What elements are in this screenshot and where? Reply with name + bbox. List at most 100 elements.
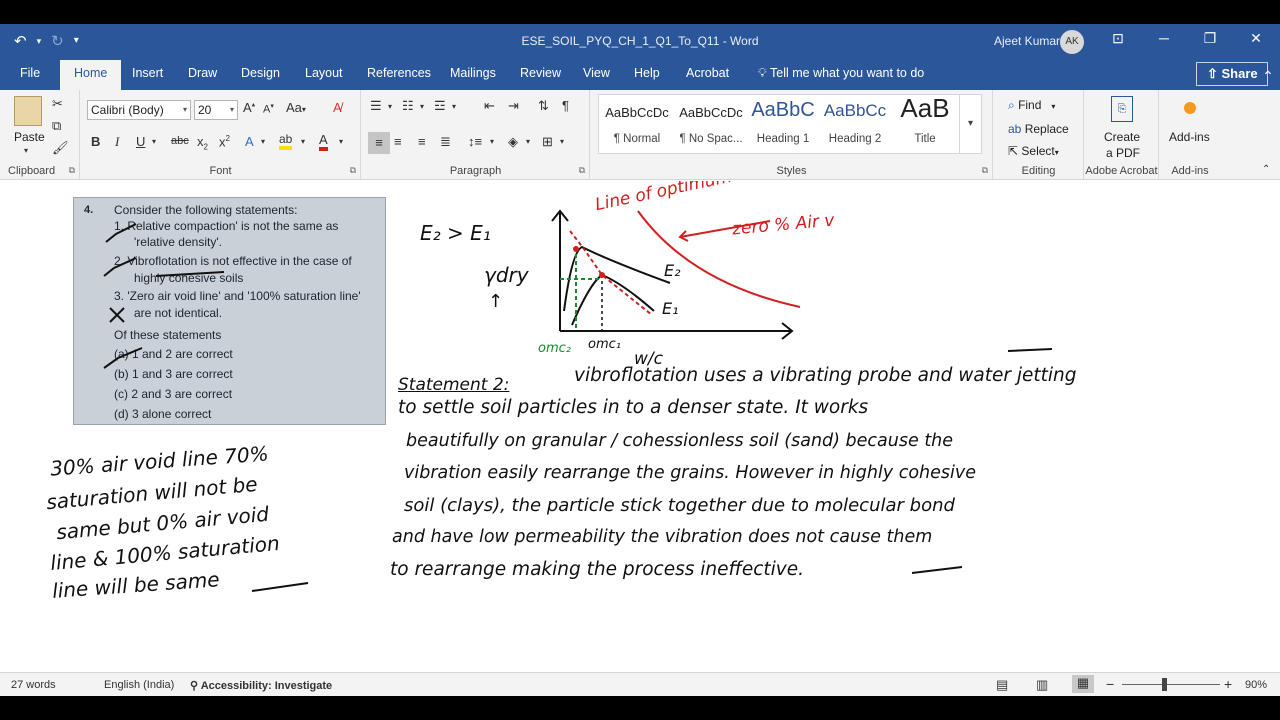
- superscript-icon[interactable]: x2: [219, 134, 230, 149]
- collapse-ribbon-icon[interactable]: ⌃: [1256, 68, 1280, 85]
- language-status[interactable]: English (India): [104, 679, 174, 691]
- tab-insert[interactable]: Insert: [132, 66, 163, 80]
- text-effects-icon[interactable]: A: [245, 134, 254, 149]
- addins-icon[interactable]: [1184, 102, 1196, 114]
- copy-icon[interactable]: ⧉: [52, 118, 61, 134]
- tab-acrobat[interactable]: Acrobat: [686, 66, 729, 80]
- chevron-down-icon[interactable]: ▾: [388, 102, 392, 111]
- multilevel-list-icon[interactable]: ☲: [434, 98, 446, 114]
- chevron-down-icon[interactable]: ▾: [261, 137, 265, 146]
- chevron-down-icon[interactable]: ▾: [420, 102, 424, 111]
- paste-dropdown-icon[interactable]: ▾: [24, 146, 28, 155]
- paste-icon[interactable]: [14, 96, 42, 126]
- justify-icon[interactable]: ≣: [440, 134, 451, 150]
- font-color-icon[interactable]: A: [319, 132, 328, 151]
- tab-home[interactable]: Home: [60, 60, 122, 90]
- read-mode-icon[interactable]: ▤: [996, 677, 1008, 693]
- underline-icon[interactable]: U: [136, 134, 145, 149]
- chevron-down-icon[interactable]: ▾: [560, 137, 564, 146]
- cut-icon[interactable]: ✂: [52, 96, 63, 112]
- zoom-in-icon[interactable]: +: [1224, 676, 1232, 692]
- restore-icon[interactable]: ❐: [1198, 30, 1222, 47]
- addins-button[interactable]: Add-ins: [1169, 130, 1210, 144]
- chevron-down-icon[interactable]: ▾: [452, 102, 456, 111]
- font-size-combo[interactable]: 20 ▾: [194, 100, 238, 120]
- chevron-down-icon[interactable]: ▾: [37, 36, 42, 50]
- sort-icon[interactable]: ⇅: [538, 98, 549, 114]
- tab-mailings[interactable]: Mailings: [450, 66, 496, 80]
- tab-view[interactable]: View: [583, 66, 610, 80]
- redo-icon[interactable]: ↻: [51, 32, 64, 50]
- user-name[interactable]: Ajeet Kumar: [994, 34, 1060, 48]
- highlight-icon[interactable]: ab: [279, 132, 293, 150]
- format-painter-icon[interactable]: 🖌︎: [52, 140, 69, 156]
- align-right-icon[interactable]: ≡: [418, 134, 426, 149]
- change-case-icon[interactable]: Aa▾: [286, 100, 306, 115]
- collapse-icon[interactable]: ⌃: [1262, 164, 1270, 175]
- align-center-icon[interactable]: ≡: [394, 134, 402, 149]
- print-layout-icon[interactable]: ▥: [1036, 677, 1048, 693]
- tab-design[interactable]: Design: [241, 66, 280, 80]
- increase-indent-icon[interactable]: ⇥: [508, 98, 519, 114]
- align-left-icon[interactable]: ≡: [368, 132, 390, 154]
- tab-references[interactable]: References: [367, 66, 431, 80]
- select-button[interactable]: ⇱ Select▾: [1008, 144, 1059, 158]
- strikethrough-icon[interactable]: abc: [171, 135, 189, 147]
- chevron-down-icon[interactable]: ▾: [490, 137, 494, 146]
- clear-formatting-icon[interactable]: A̸: [333, 100, 342, 115]
- chevron-down-icon[interactable]: ▾: [526, 137, 530, 146]
- tab-file[interactable]: File: [20, 66, 40, 80]
- shading-icon[interactable]: ◈: [508, 134, 518, 150]
- styles-launcher-icon[interactable]: ⧉: [982, 165, 988, 176]
- borders-icon[interactable]: ⊞: [542, 134, 553, 150]
- create-pdf-icon[interactable]: ⎘: [1111, 96, 1133, 122]
- style-normal[interactable]: AaBbCcDc ¶ Normal: [601, 95, 673, 153]
- chevron-down-icon[interactable]: ▾: [339, 137, 343, 146]
- style-title[interactable]: AaB Title: [889, 93, 961, 153]
- document-canvas[interactable]: 4. Consider the following statements: 1.…: [0, 181, 1280, 672]
- zoom-slider[interactable]: [1122, 678, 1220, 691]
- chevron-down-icon[interactable]: ▾: [152, 137, 156, 146]
- line-spacing-icon[interactable]: ↕≡: [468, 134, 482, 149]
- find-button[interactable]: ⌕ Find ▾: [1008, 98, 1055, 113]
- zoom-out-icon[interactable]: −: [1106, 676, 1114, 692]
- clipboard-launcher-icon[interactable]: ⧉: [69, 165, 75, 176]
- accessibility-status[interactable]: ⚲ Accessibility: Investigate: [190, 679, 332, 692]
- create-pdf-label-2[interactable]: a PDF: [1106, 146, 1140, 160]
- font-name-combo[interactable]: Calibri (Body) ▾: [87, 100, 191, 120]
- styles-more-icon[interactable]: ▾: [959, 95, 981, 153]
- zoom-slider-thumb[interactable]: [1162, 678, 1167, 691]
- style-heading-1[interactable]: AaBbC Heading 1: [747, 95, 819, 153]
- style-no-spacing[interactable]: AaBbCcDc ¶ No Spac...: [675, 95, 747, 153]
- shrink-font-icon[interactable]: A▾: [263, 102, 274, 116]
- customize-icon[interactable]: ▾: [74, 35, 79, 50]
- minimize-icon[interactable]: ─: [1152, 30, 1176, 46]
- subscript-icon[interactable]: x2: [197, 134, 208, 152]
- tab-layout[interactable]: Layout: [305, 66, 343, 80]
- pilcrow-icon[interactable]: ¶: [562, 98, 569, 113]
- chevron-down-icon[interactable]: ▾: [301, 137, 305, 146]
- replace-button[interactable]: ab Replace: [1008, 122, 1069, 136]
- word-count[interactable]: 27 words: [11, 679, 56, 691]
- paste-button[interactable]: Paste: [14, 130, 45, 144]
- numbering-icon[interactable]: ☷: [402, 98, 414, 114]
- web-layout-icon[interactable]: ▦: [1072, 675, 1094, 693]
- paragraph-launcher-icon[interactable]: ⧉: [579, 165, 585, 176]
- ribbon-display-icon[interactable]: ⊡: [1106, 30, 1130, 47]
- tab-review[interactable]: Review: [520, 66, 561, 80]
- tab-help[interactable]: Help: [634, 66, 660, 80]
- close-icon[interactable]: ✕: [1244, 30, 1268, 47]
- style-heading-2[interactable]: AaBbCc Heading 2: [819, 95, 891, 153]
- grow-font-icon[interactable]: A▴: [243, 100, 255, 115]
- zoom-level[interactable]: 90%: [1245, 679, 1267, 691]
- tab-draw[interactable]: Draw: [188, 66, 217, 80]
- bullets-icon[interactable]: ☰: [370, 98, 382, 114]
- undo-icon[interactable]: ↶: [14, 32, 27, 50]
- italic-icon[interactable]: I: [115, 134, 119, 150]
- font-launcher-icon[interactable]: ⧉: [350, 165, 356, 176]
- bold-icon[interactable]: B: [91, 134, 100, 149]
- decrease-indent-icon[interactable]: ⇤: [484, 98, 495, 114]
- tell-me-search[interactable]: 💡︎ Tell me what you want to do: [758, 66, 924, 81]
- create-pdf-label[interactable]: Create: [1104, 130, 1140, 144]
- avatar[interactable]: AK: [1060, 30, 1084, 54]
